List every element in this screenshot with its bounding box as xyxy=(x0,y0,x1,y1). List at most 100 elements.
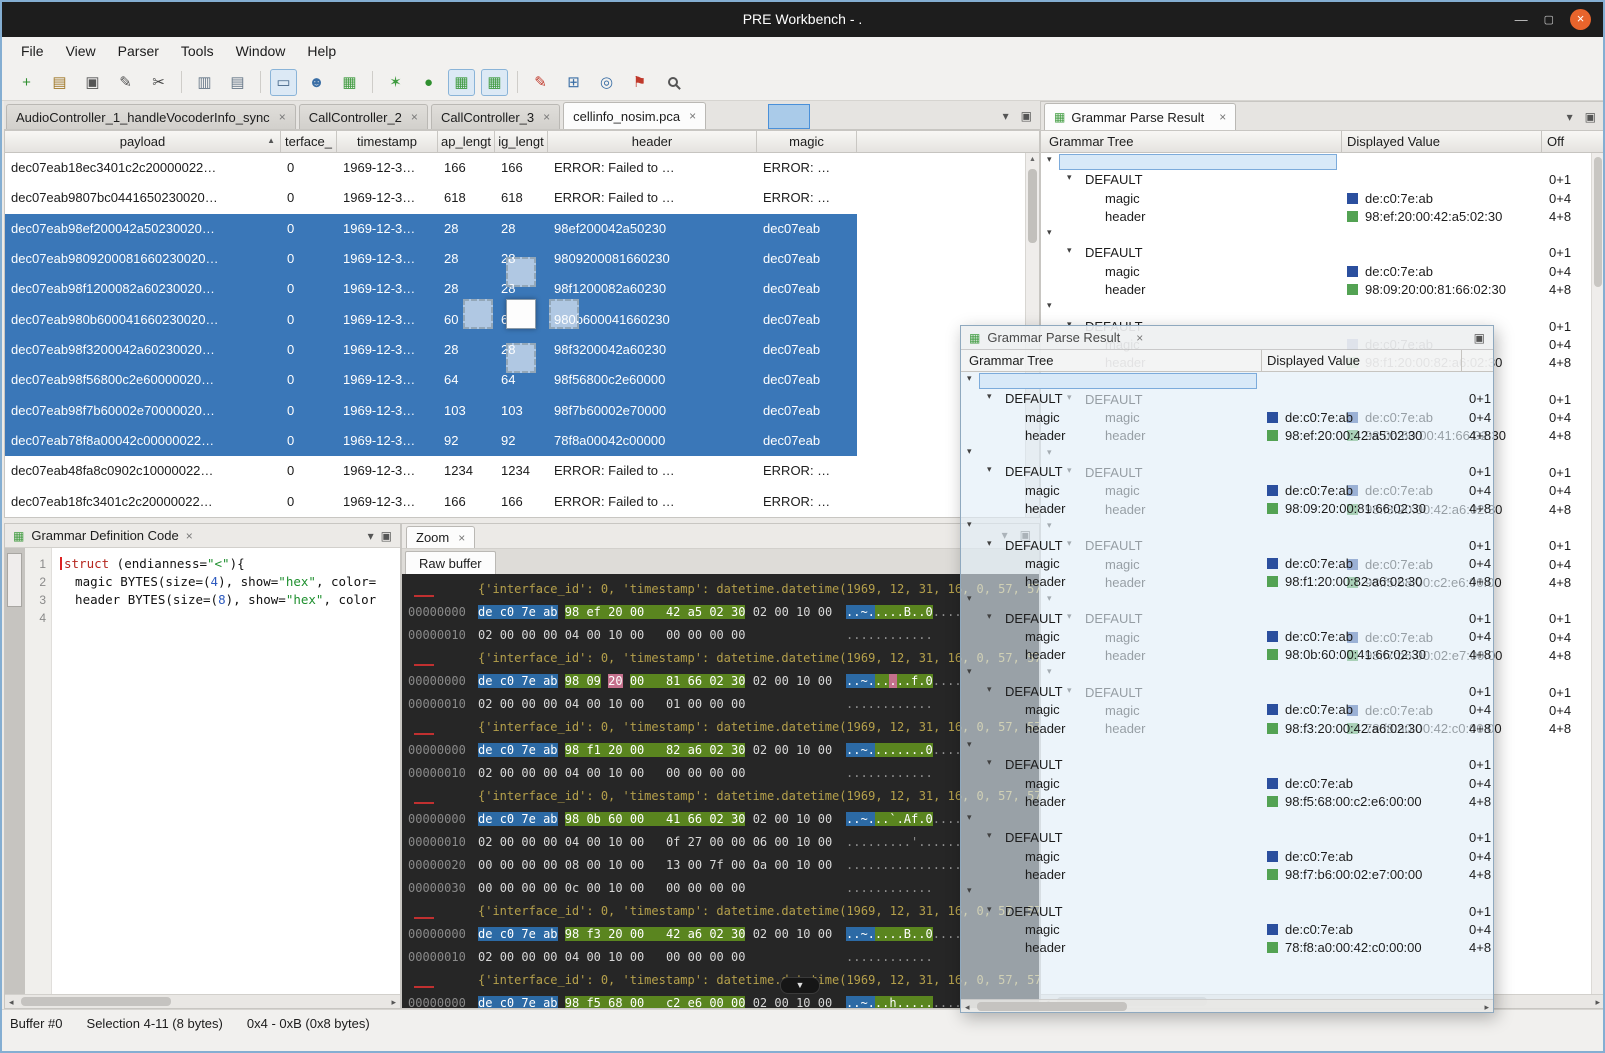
cell-cap[interactable]: 166 xyxy=(438,487,495,517)
hex-line[interactable]: 0000001002 00 00 00 04 00 10 00 00 00 00… xyxy=(408,624,1039,647)
scroll-up-icon[interactable]: ▲ xyxy=(1029,156,1036,163)
table-row[interactable]: dec07eab78f8a00042c00000022…01969-12-3…9… xyxy=(5,426,1025,456)
cell-header[interactable]: ERROR: Failed to … xyxy=(548,153,757,183)
column-header-displayed-value[interactable]: Displayed Value xyxy=(1267,350,1360,372)
cell-orig[interactable]: 166 xyxy=(495,153,548,183)
marker-icon[interactable]: ✎ xyxy=(527,69,554,96)
scroll-right-icon[interactable]: ▸ xyxy=(1484,1002,1489,1013)
scroll-left-icon[interactable]: ◂ xyxy=(9,997,14,1008)
parse-tree-row[interactable]: ▾DEFAULT0+1 xyxy=(961,537,1493,555)
chevron-down-icon[interactable]: ▾ xyxy=(967,666,972,677)
cell-payload[interactable]: dec07eab980b600041660230020… xyxy=(5,305,281,335)
cut-icon[interactable]: ✂ xyxy=(145,69,172,96)
tab-list-dropdown-icon[interactable]: ▾ xyxy=(1003,109,1009,123)
cell-magic[interactable]: dec07eab xyxy=(757,426,857,456)
chevron-down-icon[interactable]: ▾ xyxy=(1047,154,1052,165)
close-icon[interactable]: × xyxy=(689,109,696,123)
dock-target-right[interactable] xyxy=(549,299,579,329)
parse-tree-row[interactable]: ▾DEFAULT0+1 xyxy=(961,756,1493,774)
float-panel-icon[interactable]: ▣ xyxy=(1585,110,1596,124)
cell-ts[interactable]: 1969-12-3… xyxy=(337,487,438,517)
close-icon[interactable]: × xyxy=(543,110,550,124)
cell-payload[interactable]: dec07eab48fa8c0902c10000022… xyxy=(5,456,281,486)
cell-magic[interactable]: dec07eab xyxy=(757,274,857,304)
floating-parse-window[interactable]: ▦ Grammar Parse Result × ▣ Grammar Tree … xyxy=(960,325,1494,1013)
parse-tree-row[interactable]: ▾ xyxy=(1041,299,1591,317)
cell-cap[interactable]: 1234 xyxy=(438,456,495,486)
cell-iface[interactable]: 0 xyxy=(281,274,337,304)
hex-line[interactable]: 0000003000 00 00 00 0c 00 10 00 00 00 00… xyxy=(408,877,1039,900)
document-tab[interactable]: CallController_2× xyxy=(299,104,428,129)
code-line[interactable]: struct (endianness="<"){ xyxy=(60,555,400,573)
scroll-right-icon[interactable]: ▸ xyxy=(1595,997,1600,1008)
parse-tree-row[interactable]: magicde:c0:7e:ab0+4 xyxy=(961,848,1493,866)
close-icon[interactable]: × xyxy=(1219,110,1226,124)
parse-tree-row[interactable]: ▾ xyxy=(961,884,1493,902)
image-view-icon[interactable]: ▦ xyxy=(336,69,363,96)
run-icon[interactable]: ● xyxy=(415,69,442,96)
chevron-down-icon[interactable]: ▾ xyxy=(987,611,992,622)
parse-tree-row[interactable]: ▾ xyxy=(961,738,1493,756)
cell-header[interactable]: 98f1200082a60230 xyxy=(548,274,757,304)
column-header-orig-length[interactable]: ig_lengt xyxy=(495,131,548,152)
chevron-down-icon[interactable]: ▾ xyxy=(1067,172,1072,183)
cell-payload[interactable]: dec07eab98f1200082a60230020… xyxy=(5,274,281,304)
cell-magic[interactable]: ERROR: … xyxy=(757,456,857,486)
menu-tools[interactable]: Tools xyxy=(170,43,225,59)
cell-header[interactable]: ERROR: Failed to … xyxy=(548,183,757,213)
close-icon[interactable]: × xyxy=(1136,331,1143,345)
cell-ts[interactable]: 1969-12-3… xyxy=(337,365,438,395)
cell-ts[interactable]: 1969-12-3… xyxy=(337,183,438,213)
cell-cap[interactable]: 28 xyxy=(438,244,495,274)
chevron-down-icon[interactable]: ▾ xyxy=(967,885,972,896)
cell-header[interactable]: 98ef200042a50230 xyxy=(548,214,757,244)
cell-ts[interactable]: 1969-12-3… xyxy=(337,335,438,365)
cell-magic[interactable]: dec07eab xyxy=(757,335,857,365)
table-row[interactable]: dec07eab18fc3401c2c20000022…01969-12-3…1… xyxy=(5,487,1025,517)
titlebar[interactable]: PRE Workbench - . — ▢ × xyxy=(2,2,1603,37)
parse-tree-row[interactable]: header98:0b:60:00:41:66:02:304+8 xyxy=(961,646,1493,664)
cell-cap[interactable]: 28 xyxy=(438,214,495,244)
parse-tree-row[interactable]: magicde:c0:7e:ab0+4 xyxy=(961,409,1493,427)
scrollbar-thumb[interactable] xyxy=(1594,157,1602,287)
cell-iface[interactable]: 0 xyxy=(281,214,337,244)
cell-magic[interactable]: dec07eab xyxy=(757,244,857,274)
paste-icon[interactable]: ▤ xyxy=(224,69,251,96)
cell-payload[interactable]: dec07eab98ef200042a50230020… xyxy=(5,214,281,244)
cell-ts[interactable]: 1969-12-3… xyxy=(337,244,438,274)
bug-icon[interactable]: ✶ xyxy=(382,69,409,96)
tab-grammar-parse-result[interactable]: ▦ Grammar Parse Result × xyxy=(1044,103,1236,130)
cell-ts[interactable]: 1969-12-3… xyxy=(337,456,438,486)
cell-ts[interactable]: 1969-12-3… xyxy=(337,426,438,456)
cell-payload[interactable]: dec07eab9807bc0441650230020… xyxy=(5,183,281,213)
code-line[interactable] xyxy=(60,609,400,627)
save-as-icon[interactable]: ✎ xyxy=(112,69,139,96)
dock-target-center[interactable] xyxy=(506,299,536,329)
cell-iface[interactable]: 0 xyxy=(281,153,337,183)
cell-iface[interactable]: 0 xyxy=(281,335,337,365)
table-row[interactable]: dec07eab98ef200042a50230020…01969-12-3…2… xyxy=(5,214,1025,244)
cell-cap[interactable]: 618 xyxy=(438,183,495,213)
parse-tree-row[interactable]: ▾ xyxy=(1041,226,1591,244)
cell-cap[interactable]: 166 xyxy=(438,153,495,183)
column-header-timestamp[interactable]: timestamp xyxy=(337,131,438,152)
run-parser-icon[interactable]: ☻ xyxy=(303,69,330,96)
gcode-lines[interactable]: struct (endianness="<"){ magic BYTES(siz… xyxy=(52,548,400,994)
hex-line[interactable]: 00000000de c0 7e ab 98 f5 68 00 c2 e6 00… xyxy=(408,992,1039,1008)
chevron-down-icon[interactable]: ▾ xyxy=(987,684,992,695)
grid-view-icon[interactable]: ▦ xyxy=(448,69,475,96)
column-header-interface[interactable]: terface_ xyxy=(281,131,337,152)
parse-tree-row[interactable]: ▾DEFAULT0+1 xyxy=(961,903,1493,921)
parse-tree-row[interactable]: header98:f3:20:00:42:a6:02:304+8 xyxy=(961,720,1493,738)
table-row[interactable]: dec07eab18ec3401c2c20000022…01969-12-3…1… xyxy=(5,153,1025,183)
float-panel-icon[interactable]: ▣ xyxy=(1474,331,1485,345)
parse-tree-row[interactable]: ▾DEFAULT0+1 xyxy=(961,610,1493,628)
cell-header[interactable]: 78f8a00042c00000 xyxy=(548,426,757,456)
parse-tree-row[interactable]: ▾DEFAULT0+1 xyxy=(961,683,1493,701)
chevron-down-icon[interactable]: ▾ xyxy=(1067,245,1072,256)
close-button[interactable]: × xyxy=(1570,9,1591,30)
hex-line[interactable]: 00000000de c0 7e ab 98 ef 20 00 42 a5 02… xyxy=(408,601,1039,624)
tab-zoom[interactable]: Zoom × xyxy=(406,526,475,548)
table-row[interactable]: dec07eab9807bc0441650230020…01969-12-3…6… xyxy=(5,183,1025,213)
parse-tree-row[interactable]: ▾ xyxy=(961,445,1493,463)
